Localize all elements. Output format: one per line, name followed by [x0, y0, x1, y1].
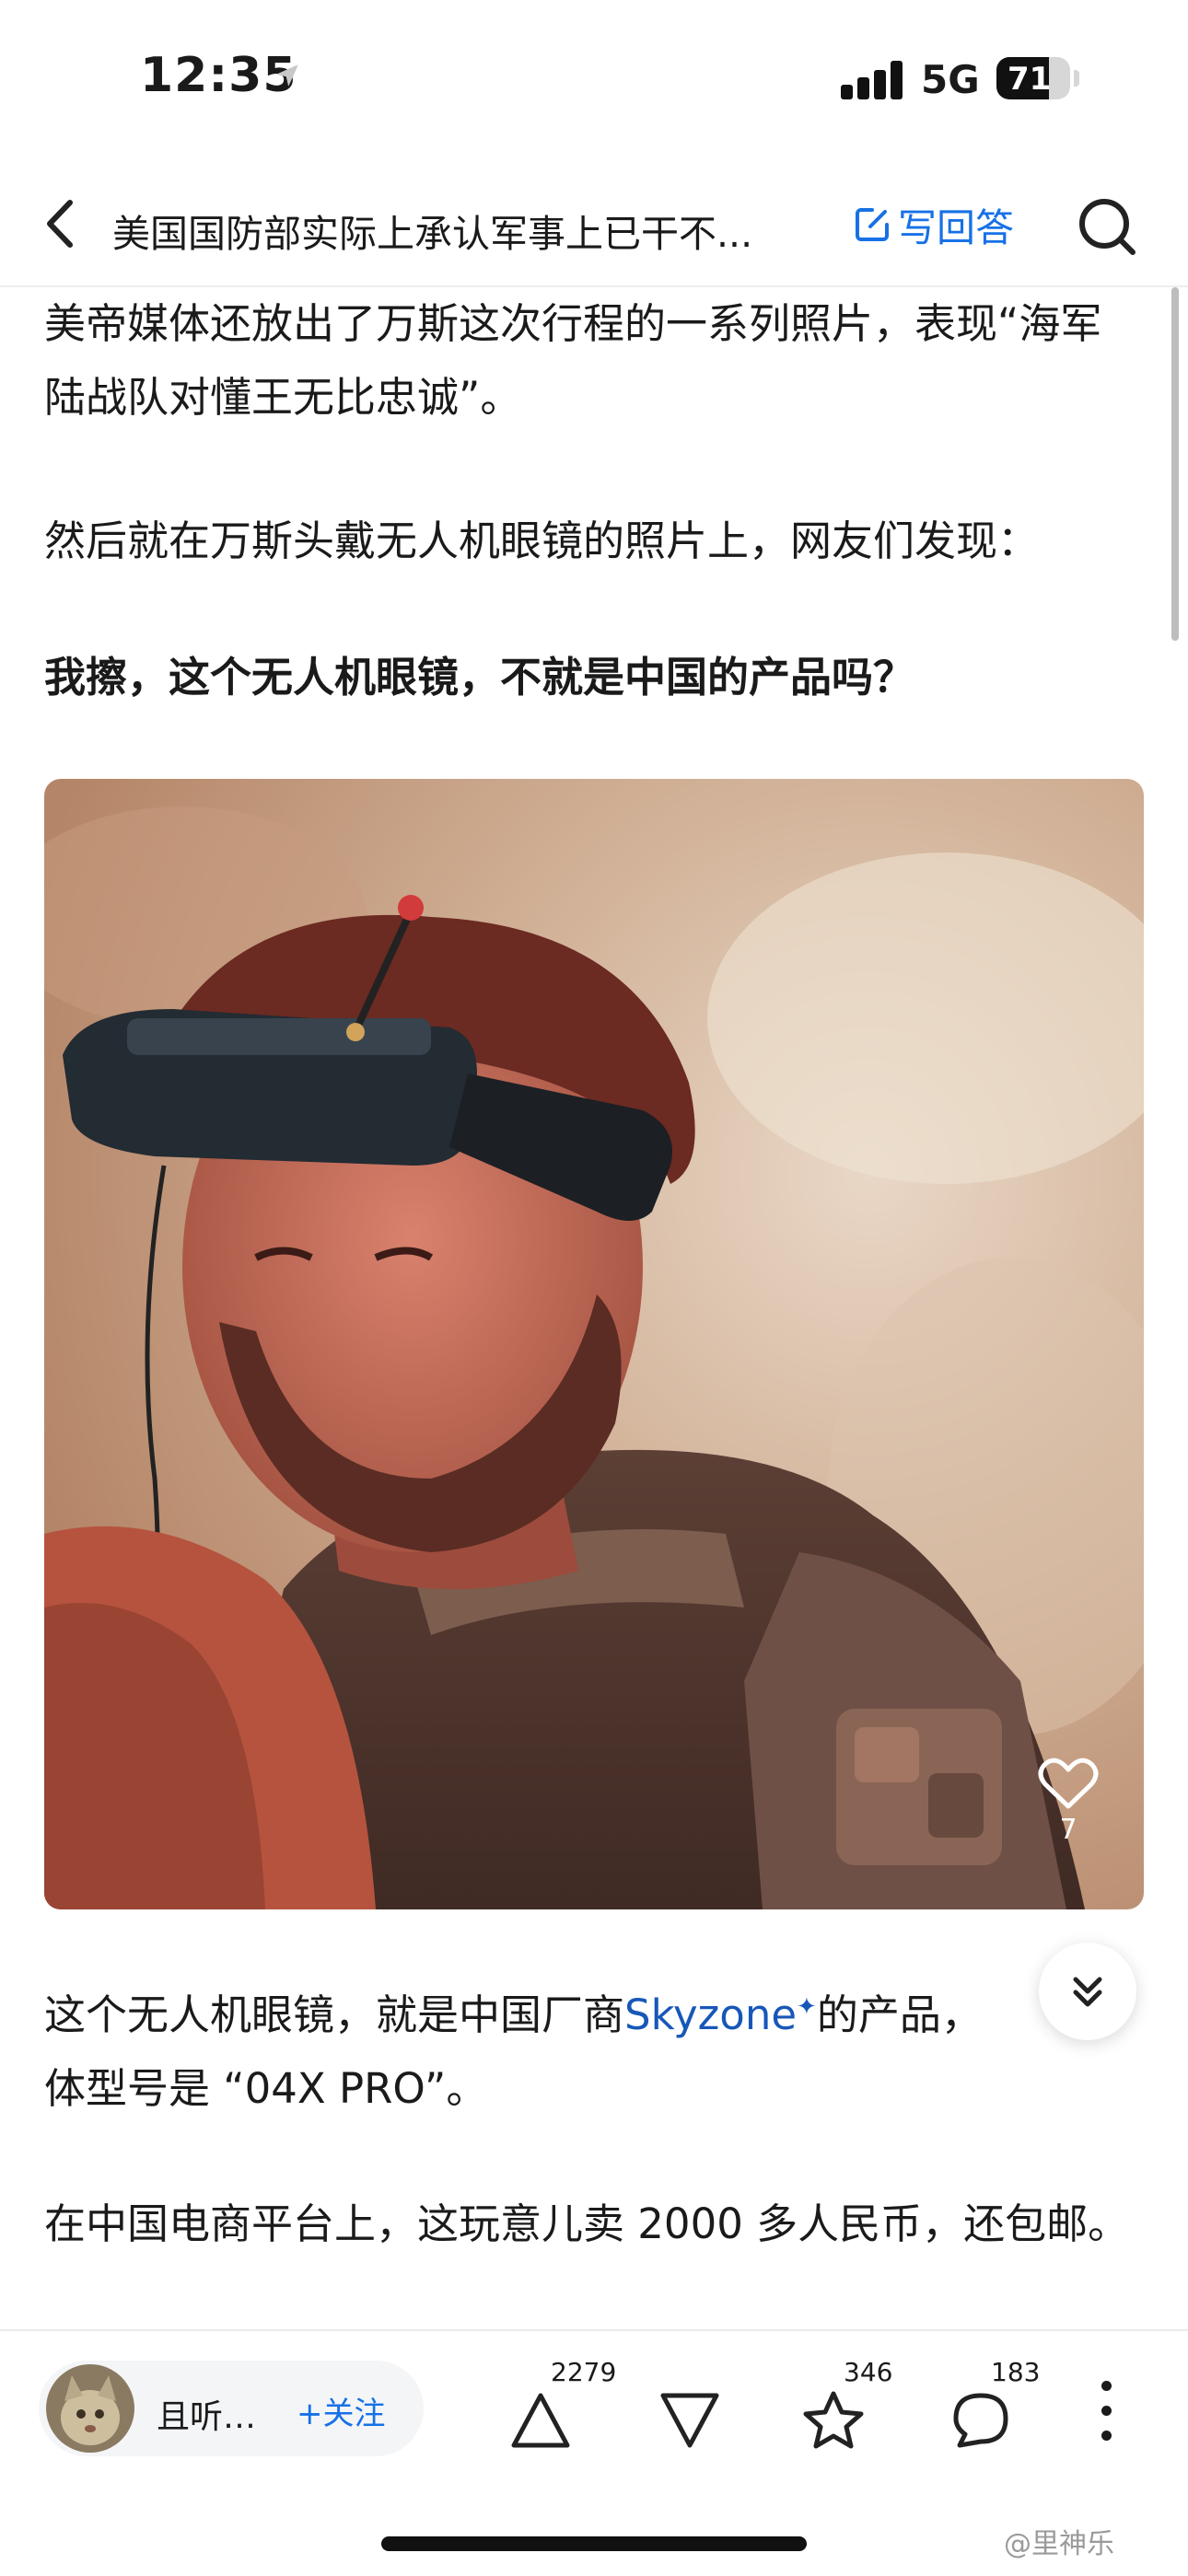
write-answer-button[interactable]: 写回答	[852, 199, 1014, 250]
downvote-button[interactable]	[654, 2368, 728, 2460]
question-title[interactable]: 美国国防部实际上承认军事上已干不...	[112, 203, 821, 258]
search-icon	[1079, 199, 1136, 255]
article-paragraph: 美帝媒体还放出了万斯这次行程的一系列照片，表现“海军陆战队对懂王无比忠诚”。	[44, 299, 1102, 422]
image-like-button[interactable]: 7	[1036, 1757, 1101, 1846]
nav-bar: 美国国防部实际上承认军事上已干不... 写回答	[0, 157, 1188, 287]
skyzone-link[interactable]: Skyzone✦	[624, 1990, 817, 2039]
follow-button[interactable]: +关注	[297, 2388, 386, 2433]
upvote-button[interactable]: 2279	[505, 2357, 616, 2460]
heart-icon	[1038, 1758, 1099, 1809]
write-answer-label: 写回答	[898, 204, 1015, 250]
search-button[interactable]	[1076, 195, 1140, 260]
article-paragraph-skyzone: 这个无人机眼镜，就是中国厂商Skyzone✦的产品， 体型号是 “04X PRO…	[44, 1970, 1131, 2126]
downvote-triangle-icon	[660, 2393, 719, 2448]
cellular-signal-icon	[841, 61, 905, 99]
status-time: 12:35	[140, 48, 297, 103]
network-type: 5G	[921, 57, 980, 102]
edit-icon	[856, 208, 889, 241]
paragraph-text: 这个无人机眼镜，就是中国厂商	[44, 1990, 625, 2039]
scroll-down-button[interactable]	[1039, 1943, 1136, 2040]
paragraph-text: 体型号是 “04X PRO”。	[44, 2064, 488, 2113]
article-content: 美帝媒体还放出了万斯这次行程的一系列照片，表现“海军陆战队对懂王无比忠诚”。 然…	[0, 287, 1188, 2329]
article-paragraph: 在中国电商平台上，这玩意儿卖 2000 多人民币，还包邮。	[44, 2199, 1130, 2248]
author-card[interactable]: 且听… +关注	[39, 2361, 424, 2456]
back-button[interactable]	[35, 191, 90, 256]
watermark: @里神乐	[1004, 2528, 1114, 2560]
image-like-count: 7	[1059, 1814, 1077, 1846]
skyzone-link-text: Skyzone	[624, 1990, 798, 2039]
author-name[interactable]: 且听…	[157, 2390, 256, 2438]
comment-count: 183	[991, 2357, 1041, 2387]
double-chevron-down-icon	[1073, 1977, 1102, 2007]
battery-icon: 71	[996, 57, 1070, 99]
bottom-action-bar: 且听… +关注 2279 346 183 @里神乐	[0, 2329, 1188, 2576]
battery-tip	[1074, 70, 1079, 87]
upvote-count: 2279	[551, 2357, 617, 2387]
status-bar: 12:35 5G 71	[0, 0, 1188, 157]
battery-level: 71	[1007, 61, 1052, 98]
paragraph-text: 的产品，	[816, 1990, 983, 2039]
home-indicator[interactable]	[381, 2536, 807, 2551]
upvote-triangle-icon	[511, 2393, 570, 2448]
article-paragraph: 然后就在万斯头戴无人机眼镜的照片上，网友们发现：	[44, 516, 1040, 565]
comment-button[interactable]: 183	[945, 2357, 1055, 2460]
scrollbar-thumb[interactable]	[1171, 287, 1179, 641]
avatar[interactable]	[46, 2364, 134, 2453]
chevron-left-icon	[47, 200, 73, 248]
article-photo[interactable]	[44, 779, 1144, 1909]
article-paragraph-bold: 我擦，这个无人机眼镜，不就是中国的产品吗？	[44, 653, 915, 702]
more-vertical-icon[interactable]	[1090, 2375, 1124, 2449]
comment-bubble-icon	[953, 2393, 1008, 2448]
link-mark: ✦	[797, 1993, 817, 2021]
favorite-count: 346	[844, 2357, 893, 2387]
star-icon	[803, 2391, 864, 2449]
favorite-button[interactable]: 346	[798, 2357, 908, 2460]
